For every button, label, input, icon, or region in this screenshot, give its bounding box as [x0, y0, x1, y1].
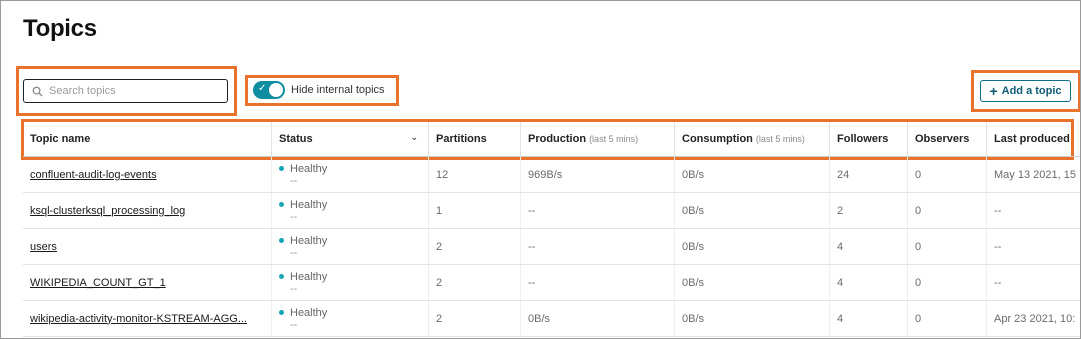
table-row[interactable]: ksql-clusterksql_processing_log Healthy … [23, 193, 1080, 229]
table-row[interactable]: users Healthy -- 2 -- 0B/s 4 0 -- [23, 229, 1080, 265]
status-text: Healthy [290, 162, 328, 175]
status-text: Healthy [290, 270, 328, 283]
topics-page: Topics ✓ Hide internal topics + Add a to… [0, 0, 1081, 339]
add-topic-label: Add a topic [1001, 85, 1062, 97]
status-text: Healthy [290, 198, 328, 211]
status-subtext: -- [290, 174, 298, 187]
column-header-last-produced[interactable]: Last produced [986, 122, 1080, 156]
status-subtext: -- [290, 210, 298, 223]
status-text: Healthy [290, 306, 328, 319]
chevron-down-icon[interactable]: ⌄ [410, 133, 418, 143]
column-header-followers[interactable]: Followers [829, 122, 907, 156]
production-cell: -- [520, 265, 674, 300]
production-cell: 969B/s [520, 157, 674, 192]
topic-link[interactable]: users [30, 241, 57, 253]
table-row[interactable]: confluent-audit-log-events Healthy -- 12… [23, 157, 1080, 193]
consumption-cell: 0B/s [674, 193, 829, 228]
status-cell: Healthy -- [271, 157, 428, 192]
partitions-cell: 12 [428, 157, 520, 192]
table-body: confluent-audit-log-events Healthy -- 12… [23, 157, 1080, 337]
check-icon: ✓ [258, 83, 267, 94]
search-field[interactable] [23, 79, 228, 103]
observers-cell: 0 [907, 265, 986, 300]
observers-cell: 0 [907, 229, 986, 264]
plus-icon: + [989, 83, 998, 99]
consumption-cell: 0B/s [674, 301, 829, 336]
topic-link[interactable]: WIKIPEDIA_COUNT_GT_1 [30, 277, 166, 289]
column-header-production[interactable]: Production (last 5 mins) [520, 122, 674, 156]
column-header-partitions[interactable]: Partitions [428, 122, 520, 156]
add-topic-button[interactable]: + Add a topic [980, 80, 1071, 102]
followers-cell: 4 [829, 265, 907, 300]
followers-cell: 4 [829, 229, 907, 264]
hide-internal-topics-toggle[interactable]: ✓ [253, 81, 285, 99]
status-cell: Healthy -- [271, 193, 428, 228]
column-header-topic-name[interactable]: Topic name [23, 122, 271, 156]
status-cell: Healthy -- [271, 229, 428, 264]
production-cell: -- [520, 229, 674, 264]
topic-name-cell: ksql-clusterksql_processing_log [23, 193, 271, 228]
last-produced-cell: Apr 23 2021, 10: [986, 301, 1080, 336]
search-input[interactable] [49, 85, 209, 97]
topic-link[interactable]: wikipedia-activity-monitor-KSTREAM-AGG..… [30, 313, 247, 325]
consumption-cell: 0B/s [674, 229, 829, 264]
followers-cell: 4 [829, 301, 907, 336]
topic-link[interactable]: ksql-clusterksql_processing_log [30, 205, 185, 217]
partitions-cell: 2 [428, 229, 520, 264]
partitions-cell: 1 [428, 193, 520, 228]
table-row[interactable]: wikipedia-activity-monitor-KSTREAM-AGG..… [23, 301, 1080, 337]
hide-internal-topics-label: Hide internal topics [291, 84, 385, 96]
column-header-observers[interactable]: Observers [907, 122, 986, 156]
column-header-status[interactable]: Status ⌄ [271, 122, 428, 156]
followers-cell: 2 [829, 193, 907, 228]
topic-name-cell: wikipedia-activity-monitor-KSTREAM-AGG..… [23, 301, 271, 336]
status-dot-icon [279, 166, 284, 171]
status-dot-icon [279, 310, 284, 315]
status-text: Healthy [290, 234, 328, 247]
last-produced-cell: -- [986, 229, 1080, 264]
topic-link[interactable]: confluent-audit-log-events [30, 169, 157, 181]
topic-name-cell: users [23, 229, 271, 264]
status-cell: Healthy -- [271, 301, 428, 336]
status-subtext: -- [290, 282, 298, 295]
table-row[interactable]: WIKIPEDIA_COUNT_GT_1 Healthy -- 2 -- 0B/… [23, 265, 1080, 301]
hide-internal-topics-toggle-group[interactable]: ✓ Hide internal topics [253, 81, 385, 99]
status-dot-icon [279, 238, 284, 243]
page-title: Topics [23, 15, 97, 42]
consumption-cell: 0B/s [674, 265, 829, 300]
status-subtext: -- [290, 246, 298, 259]
observers-cell: 0 [907, 157, 986, 192]
status-dot-icon [279, 202, 284, 207]
status-dot-icon [279, 274, 284, 279]
followers-cell: 24 [829, 157, 907, 192]
column-header-consumption[interactable]: Consumption (last 5 mins) [674, 122, 829, 156]
consumption-cell: 0B/s [674, 157, 829, 192]
last-produced-cell: -- [986, 265, 1080, 300]
last-produced-cell: -- [986, 193, 1080, 228]
observers-cell: 0 [907, 301, 986, 336]
table-header-row: Topic name Status ⌄ Partitions Production… [23, 122, 1080, 157]
last-produced-cell: May 13 2021, 15 [986, 157, 1080, 192]
topic-name-cell: WIKIPEDIA_COUNT_GT_1 [23, 265, 271, 300]
toggle-knob [269, 83, 283, 97]
topic-name-cell: confluent-audit-log-events [23, 157, 271, 192]
status-cell: Healthy -- [271, 265, 428, 300]
production-cell: 0B/s [520, 301, 674, 336]
observers-cell: 0 [907, 193, 986, 228]
topics-table: Topic name Status ⌄ Partitions Production… [23, 122, 1080, 337]
partitions-cell: 2 [428, 301, 520, 336]
production-cell: -- [520, 193, 674, 228]
search-icon [32, 86, 43, 97]
status-subtext: -- [290, 318, 298, 331]
partitions-cell: 2 [428, 265, 520, 300]
